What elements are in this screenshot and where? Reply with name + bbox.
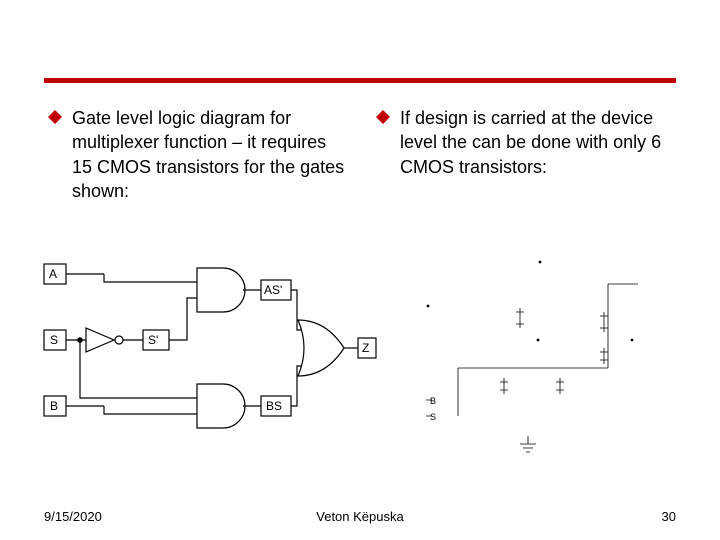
right-body-text: If design is carried at the device level… — [400, 106, 676, 179]
label-s-right: S — [430, 412, 436, 422]
footer-author: Veton Këpuska — [44, 509, 676, 524]
gate-level-diagram: A S B S' AS' BS Z — [40, 260, 380, 450]
slide-footer: 9/15/2020 Veton Këpuska 30 — [44, 509, 676, 524]
label-b: B — [50, 399, 58, 413]
label-bs: BS — [266, 399, 282, 413]
label-z: Z — [362, 341, 369, 355]
transistor-level-diagram: B S — [388, 248, 688, 458]
label-as-not: AS' — [264, 283, 282, 297]
left-column: Gate level logic diagram for multiplexer… — [44, 106, 348, 203]
left-body-text: Gate level logic diagram for multiplexer… — [72, 106, 348, 203]
right-column: If design is carried at the device level… — [372, 106, 676, 203]
diamond-bullet-icon — [376, 110, 390, 124]
label-b-right: B — [430, 396, 436, 406]
label-a: A — [49, 267, 57, 281]
label-s: S — [50, 333, 58, 347]
title-separator — [44, 78, 676, 83]
label-s-not: S' — [148, 333, 158, 347]
diamond-bullet-icon — [48, 110, 62, 124]
